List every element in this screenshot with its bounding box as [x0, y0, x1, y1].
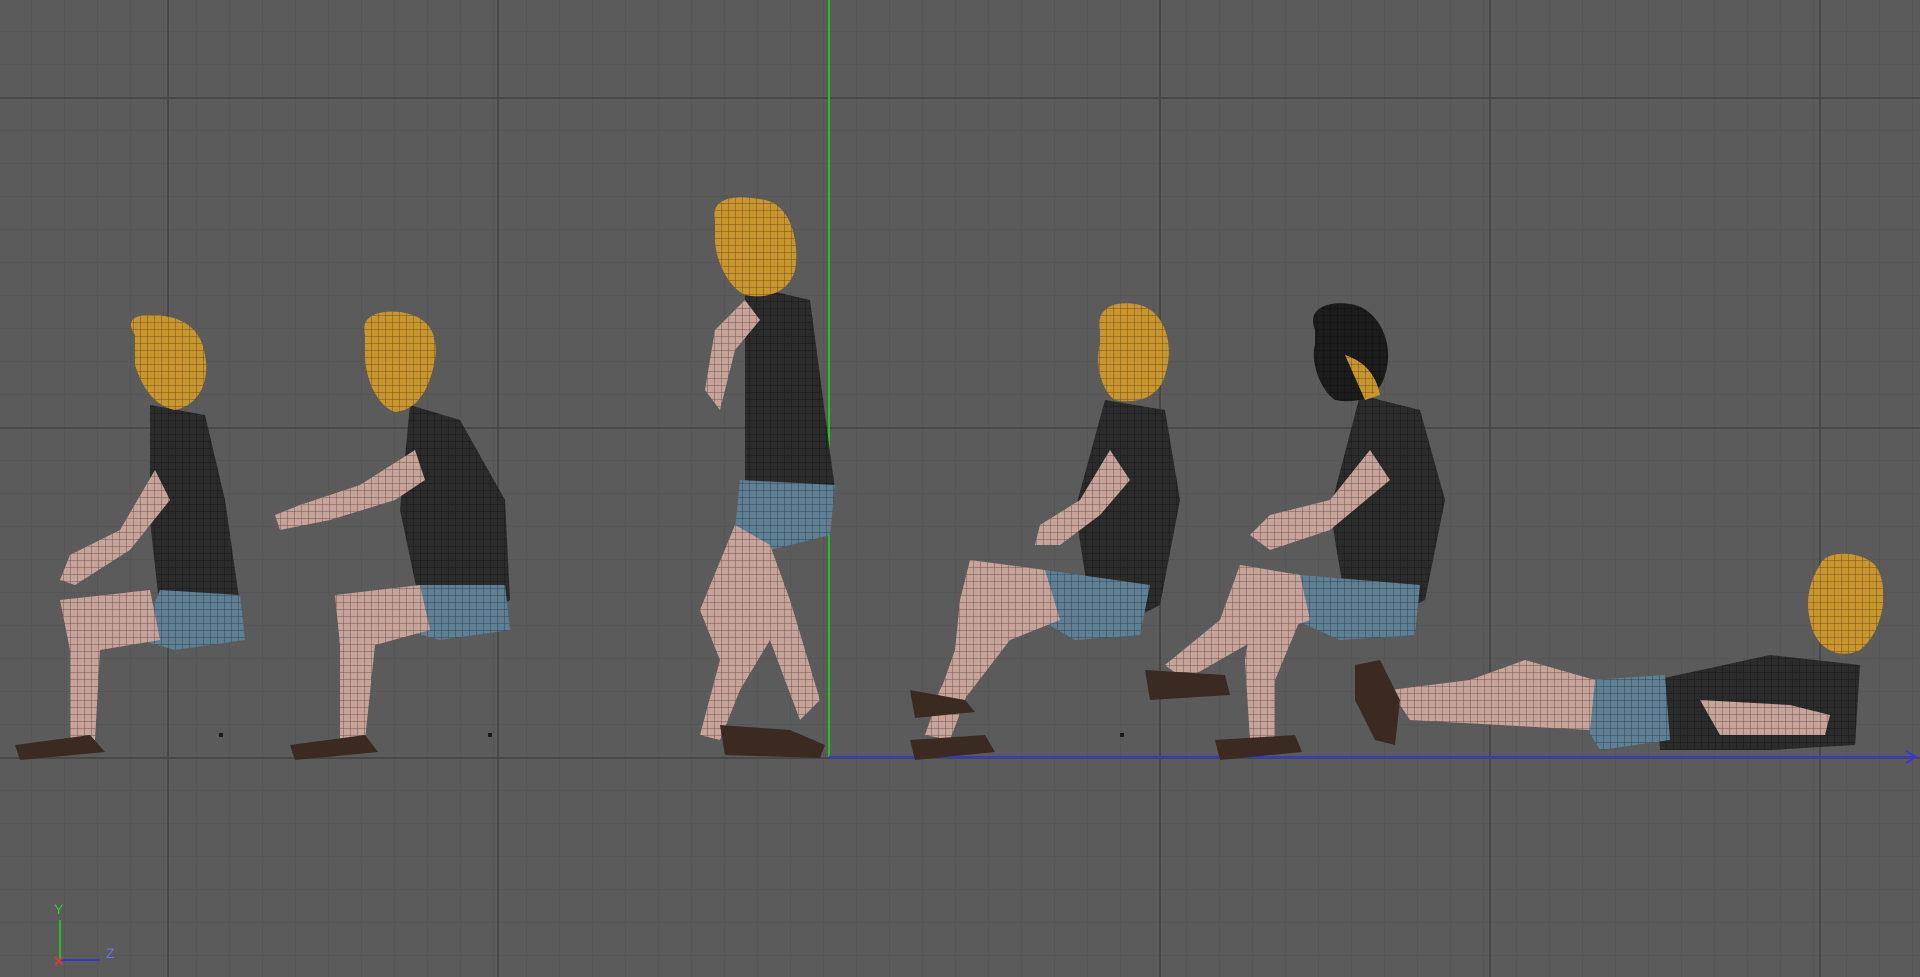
- axis-gizmo: Y Z: [40, 895, 130, 975]
- viewport-scene: [0, 0, 1920, 977]
- figure-6-lying: [1355, 553, 1884, 750]
- figure-1-seated: [15, 315, 245, 760]
- major-grid: [0, 0, 1920, 977]
- figure-2-seated-reaching: [275, 311, 510, 760]
- figure-3-standing-crouch: [700, 197, 835, 758]
- y-axis-label: Y: [54, 901, 64, 917]
- figure-4-seated-knee-raised: [910, 303, 1180, 760]
- z-axis-label: Z: [106, 945, 115, 961]
- 3d-viewport[interactable]: Y Z: [0, 0, 1920, 977]
